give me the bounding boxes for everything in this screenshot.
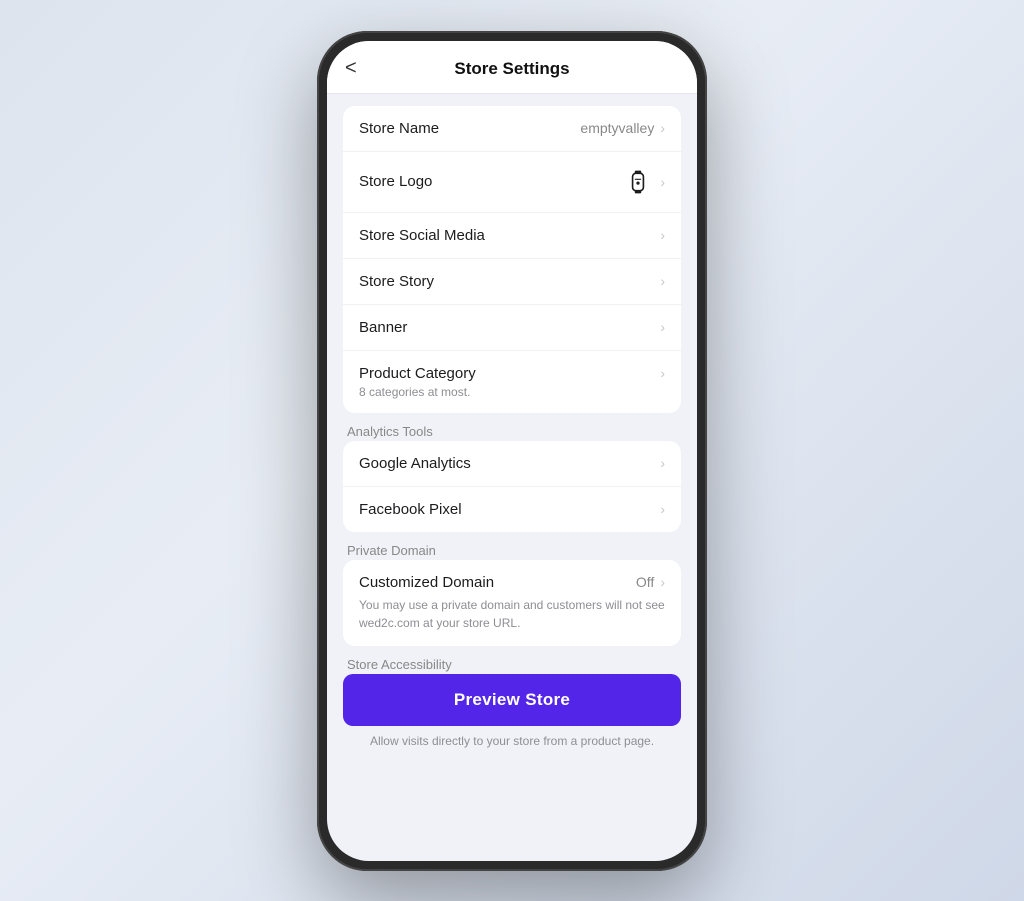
accessibility-note: Allow visits directly to your store from… — [343, 734, 681, 752]
google-analytics-item[interactable]: Google Analytics › — [343, 441, 681, 487]
chevron-icon: › — [660, 574, 665, 590]
customized-domain-item[interactable]: Customized Domain Off › You may use a pr… — [343, 560, 681, 646]
store-story-right: › — [660, 273, 665, 289]
customized-domain-row: Customized Domain Off › — [359, 574, 665, 591]
chevron-icon: › — [660, 365, 665, 381]
store-social-media-label: Store Social Media — [359, 227, 485, 244]
main-settings-card: Store Name emptyvalley › Store Logo — [343, 106, 681, 413]
customized-domain-note: You may use a private domain and custome… — [359, 596, 665, 632]
header: < Store Settings — [327, 41, 697, 94]
chevron-icon: › — [660, 174, 665, 190]
page-title: Store Settings — [454, 59, 569, 79]
content-scroll[interactable]: Store Name emptyvalley › Store Logo — [327, 94, 697, 861]
accessibility-section-label: Store Accessibility — [347, 657, 452, 672]
store-story-item[interactable]: Store Story › — [343, 259, 681, 305]
product-category-label: Product Category — [359, 365, 476, 382]
google-analytics-right: › — [660, 455, 665, 471]
customized-domain-value: Off — [636, 574, 654, 590]
product-category-sublabel: 8 categories at most. — [359, 385, 470, 399]
private-domain-card: Customized Domain Off › You may use a pr… — [343, 560, 681, 646]
phone-wrapper: < Store Settings Store Name emptyvalley … — [317, 31, 707, 871]
chevron-icon: › — [660, 273, 665, 289]
store-logo-icon — [622, 166, 654, 198]
chevron-icon: › — [660, 319, 665, 335]
product-category-item[interactable]: Product Category › 8 categories at most. — [343, 351, 681, 413]
store-logo-label: Store Logo — [359, 173, 432, 190]
private-domain-section-label: Private Domain — [347, 543, 436, 558]
phone-screen: < Store Settings Store Name emptyvalley … — [327, 41, 697, 861]
store-name-value: emptyvalley — [580, 120, 654, 136]
store-logo-item[interactable]: Store Logo › — [343, 152, 681, 213]
analytics-card: Google Analytics › Facebook Pixel › — [343, 441, 681, 532]
banner-label: Banner — [359, 319, 407, 336]
product-category-row: Product Category › — [359, 365, 665, 382]
store-name-item[interactable]: Store Name emptyvalley › — [343, 106, 681, 152]
store-logo-right: › — [622, 166, 665, 198]
store-name-right: emptyvalley › — [580, 120, 665, 136]
preview-store-button[interactable]: Preview Store — [343, 674, 681, 726]
banner-item[interactable]: Banner › — [343, 305, 681, 351]
chevron-icon: › — [660, 120, 665, 136]
back-button[interactable]: < — [345, 57, 357, 80]
facebook-pixel-item[interactable]: Facebook Pixel › — [343, 487, 681, 532]
facebook-pixel-right: › — [660, 501, 665, 517]
store-story-label: Store Story — [359, 273, 434, 290]
chevron-icon: › — [660, 227, 665, 243]
analytics-section-label: Analytics Tools — [347, 424, 433, 439]
store-social-right: › — [660, 227, 665, 243]
chevron-icon: › — [660, 455, 665, 471]
customized-domain-label: Customized Domain — [359, 574, 494, 591]
google-analytics-label: Google Analytics — [359, 455, 471, 472]
phone-frame: < Store Settings Store Name emptyvalley … — [317, 31, 707, 871]
store-social-media-item[interactable]: Store Social Media › — [343, 213, 681, 259]
customized-domain-right: Off › — [636, 574, 665, 590]
facebook-pixel-label: Facebook Pixel — [359, 501, 462, 518]
banner-right: › — [660, 319, 665, 335]
chevron-icon: › — [660, 501, 665, 517]
store-name-label: Store Name — [359, 120, 439, 137]
